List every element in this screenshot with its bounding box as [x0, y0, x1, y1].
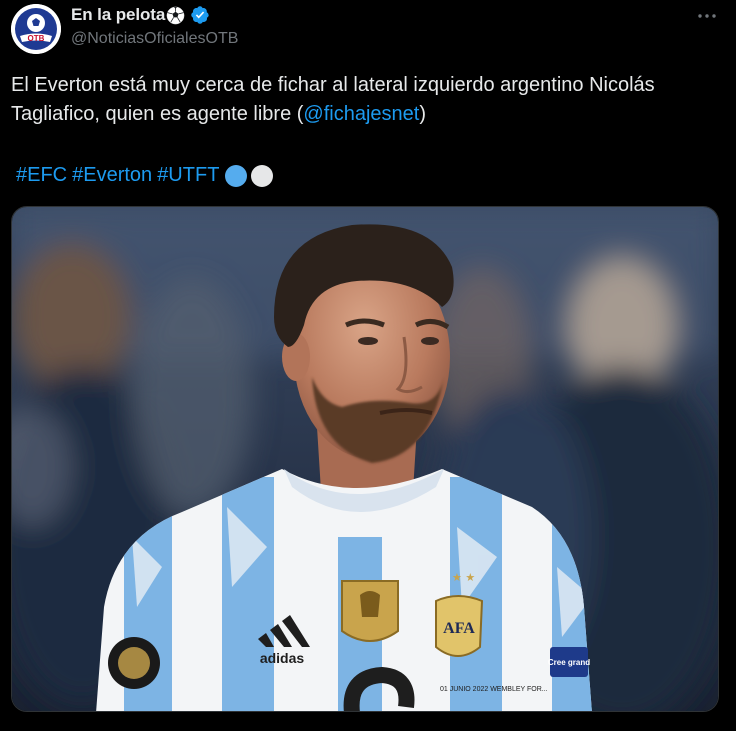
sleeve-patch-text: Cree grand	[548, 658, 590, 667]
tweet-text-end: )	[419, 103, 426, 125]
hashtag-row: #EFC #Everton #UTFT	[16, 161, 274, 190]
display-name[interactable]: En la pelota	[71, 5, 165, 25]
hashtag-everton[interactable]: #Everton	[72, 161, 152, 190]
more-dots-icon	[698, 14, 716, 18]
avatar-text: OTB	[28, 34, 45, 43]
tweet-header: En la pelota @NoticiasOficialesOTB	[71, 4, 238, 48]
jersey-brand: adidas	[260, 650, 305, 666]
soccer-ball-icon	[166, 6, 185, 25]
more-options-button[interactable]	[694, 6, 720, 26]
hashtag-utft[interactable]: #UTFT	[157, 161, 219, 190]
avatar[interactable]: OTB	[11, 4, 61, 54]
tweet-card[interactable]: OTB En la pelota @NoticiasOficialesOTB E…	[0, 0, 736, 731]
hashtag-efc[interactable]: #EFC	[16, 161, 67, 190]
afa-badge-text: AFA	[443, 620, 475, 637]
blue-circle-icon	[225, 164, 248, 187]
handle[interactable]: @NoticiasOficialesOTB	[71, 30, 238, 48]
verified-badge-icon	[190, 5, 210, 25]
white-circle-icon	[251, 164, 274, 187]
tweet-text: El Everton está muy cerca de fichar al l…	[11, 71, 723, 129]
tweet-media-photo[interactable]: adidas AFA ★ ★ 01 JUNIO 2022 WEMBLEY FOR…	[11, 206, 719, 712]
mention-link[interactable]: @fichajesnet	[303, 103, 419, 125]
otb-logo-icon: OTB	[11, 4, 61, 54]
afa-stars: ★ ★	[452, 571, 475, 584]
match-info-text: 01 JUNIO 2022 WEMBLEY FOR...	[440, 686, 548, 693]
football-player-photo: adidas AFA ★ ★ 01 JUNIO 2022 WEMBLEY FOR…	[12, 207, 718, 711]
